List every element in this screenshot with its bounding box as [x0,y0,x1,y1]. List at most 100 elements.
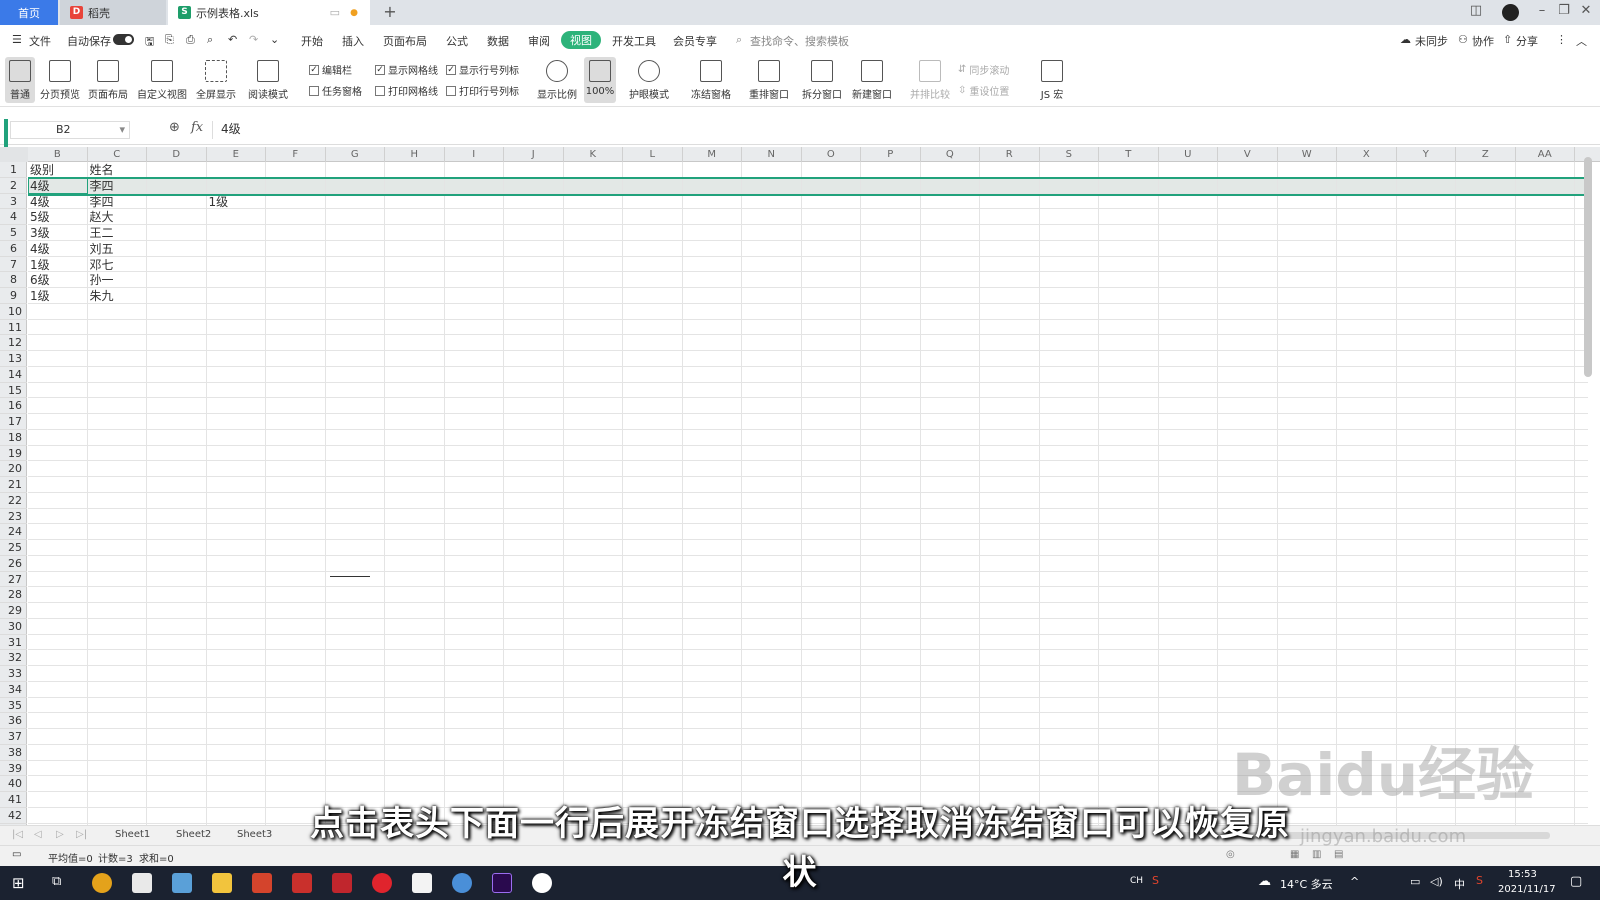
task-view-icon[interactable]: ⧉ [52,874,61,889]
row-header-13[interactable]: 13 [0,351,27,367]
column-header-k[interactable]: K [564,147,623,162]
tab-home[interactable]: 首页 [0,0,58,25]
table-cell[interactable]: 姓名 [88,162,114,178]
table-cell[interactable]: 李四 [88,178,114,194]
netease-music-icon[interactable] [372,873,392,893]
notes-icon[interactable] [172,873,192,893]
table-cell[interactable]: 4级 [28,194,50,210]
restore-icon[interactable]: ❐ [1554,3,1574,18]
sogou-tray-icon[interactable]: S [1476,874,1483,887]
menu-formula[interactable]: 公式 [446,33,468,49]
formula-input[interactable]: 4级 [212,121,1597,139]
add-tab-button[interactable]: + [380,2,400,21]
macro-record-icon[interactable]: ▭ [12,849,21,860]
menu-data[interactable]: 数据 [487,33,509,49]
page-break-button[interactable]: 分页预览 [38,57,82,103]
last-sheet-icon[interactable]: ▷| [76,829,87,840]
select-all-corner[interactable] [0,147,28,162]
share-button[interactable]: 分享 [1516,33,1538,49]
column-header-u[interactable]: U [1159,147,1218,162]
file-explorer-icon[interactable] [212,873,232,893]
row-header-18[interactable]: 18 [0,430,27,446]
more-icon[interactable]: ⋮ [1556,33,1567,46]
eyecare-button[interactable]: 护眼模式 [626,57,672,103]
prev-sheet-icon[interactable]: ◁ [34,829,42,840]
table-cell[interactable]: 朱九 [88,288,114,304]
print-headers-checkbox[interactable]: 打印行号列标 [446,83,519,98]
row-header-1[interactable]: 1 [0,162,27,178]
close-icon[interactable]: ✕ [1576,3,1596,18]
collab-button[interactable]: 协作 [1472,33,1494,49]
freeze-panes-button[interactable]: 冻结窗格 [686,57,736,103]
row-header-42[interactable]: 42 [0,808,27,824]
row-header-15[interactable]: 15 [0,383,27,399]
menu-home[interactable]: 开始 [301,33,323,49]
undo-icon[interactable]: ↶ [228,33,237,46]
table-cell[interactable]: 刘五 [88,241,114,257]
row-header-16[interactable]: 16 [0,398,27,414]
autosave-toggle[interactable] [113,34,134,45]
table-cell[interactable]: 孙一 [88,272,114,288]
editbar-checkbox[interactable]: ✓ 编辑栏 [309,62,352,77]
column-header-i[interactable]: I [445,147,504,162]
row-header-17[interactable]: 17 [0,414,27,430]
wps-writer-icon[interactable] [292,873,312,893]
save-icon[interactable]: 🖫 [145,33,154,52]
premiere-icon[interactable] [492,873,512,893]
column-header-w[interactable]: W [1278,147,1337,162]
normal-view-icon[interactable]: ▦ [1290,849,1299,860]
wps-office-icon[interactable] [332,873,352,893]
first-sheet-icon[interactable]: |◁ [12,829,23,840]
table-cell[interactable]: 邓七 [88,257,114,273]
row-header-29[interactable]: 29 [0,603,27,619]
row-header-22[interactable]: 22 [0,493,27,509]
table-cell[interactable]: 李四 [88,194,114,210]
fullscreen-button[interactable]: 全屏显示 [194,57,238,103]
column-header-z[interactable]: Z [1456,147,1516,162]
column-header-j[interactable]: J [504,147,564,162]
custom-view-button[interactable]: 自定义视图 [136,57,188,103]
table-cell[interactable]: 3级 [28,225,50,241]
ime-indicator[interactable]: 中 [1454,876,1465,892]
row-header-34[interactable]: 34 [0,682,27,698]
table-cell[interactable]: 王二 [88,225,114,241]
table-cell[interactable]: 1级 [28,288,50,304]
layout-icon[interactable]: ◫ [1466,3,1486,18]
split-window-button[interactable]: 拆分窗口 [800,57,844,103]
new-window-button[interactable]: 新建窗口 [850,57,894,103]
row-header-28[interactable]: 28 [0,587,27,603]
reset-position-button[interactable]: ⇳ 重设位置 [958,83,1009,98]
row-header-6[interactable]: 6 [0,241,27,257]
spreadsheet-grid[interactable]: B C D E F G H I J K L M N O P Q R S T U V W X Y Z AA 1 2 3 4 5 6 7 8 9 10 1… [0,147,1600,827]
menu-file[interactable]: 文件 [29,33,51,49]
column-header-t[interactable]: T [1099,147,1159,162]
column-header-l[interactable]: L [623,147,683,162]
column-header-f[interactable]: F [266,147,326,162]
row-header-33[interactable]: 33 [0,666,27,682]
row-header-35[interactable]: 35 [0,698,27,714]
column-header-aa[interactable]: AA [1516,147,1575,162]
table-cell[interactable]: 级别 [28,162,54,178]
column-header-h[interactable]: H [385,147,445,162]
tab-file[interactable]: S 示例表格.xls ▭ ● [168,0,370,25]
print-icon[interactable]: ⎙ [186,33,195,47]
column-header-d[interactable]: D [147,147,207,162]
chrome-icon[interactable] [92,873,112,893]
zoom-formula-icon[interactable]: ⊕ [169,120,180,135]
tray-up-icon[interactable]: ^ [1350,875,1359,888]
clock-time[interactable]: 15:53 [1508,869,1537,880]
row-header-2[interactable]: 2 [0,178,27,194]
column-header-g[interactable]: G [326,147,385,162]
row-header-9[interactable]: 9 [0,288,27,304]
lang-indicator[interactable]: CH [1130,876,1143,886]
table-cell[interactable]: 赵大 [88,209,114,225]
weather-text[interactable]: 14°C 多云 [1280,876,1333,892]
sheet-tab-3[interactable]: Sheet3 [237,829,272,840]
row-header-31[interactable]: 31 [0,635,27,651]
browser-icon[interactable] [452,873,472,893]
row-header-20[interactable]: 20 [0,461,27,477]
column-header-x[interactable]: X [1337,147,1397,162]
normal-view-button[interactable]: 普通 [5,57,35,103]
eye-protect-icon[interactable]: ◎ [1226,849,1235,860]
row-header-39[interactable]: 39 [0,761,27,777]
